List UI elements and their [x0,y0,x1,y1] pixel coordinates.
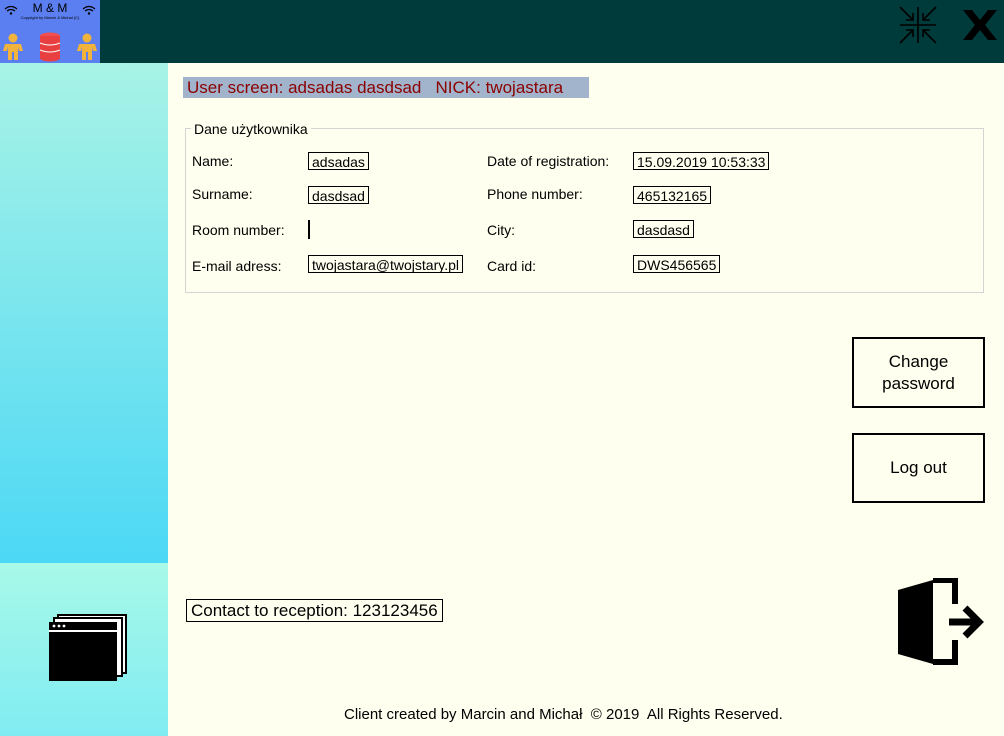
user-details-title: Dane użytkownika [191,121,311,137]
card-value: DWS456565 [633,255,721,273]
database-icon [39,32,61,62]
compress-icon[interactable] [898,5,938,45]
person-icon-left [3,33,23,60]
footer-copyright: Client created by Marcin and Michał © 20… [344,706,783,723]
email-value: twojastara@twojstary.pl [308,255,463,273]
surname-label: Surname: [192,186,253,202]
logo-copyright: Copyright by Marcin & Michał (C) [20,15,80,20]
user-screen-header: User screen: adsadas dasdsad NICK: twoja… [183,77,589,98]
room-number-field[interactable] [308,220,310,239]
wifi-icon-right [82,5,96,15]
close-x-icon[interactable] [961,8,999,42]
room-label: Room number: [192,222,285,238]
phone-value: 465132165 [633,186,712,204]
name-label: Name: [192,153,234,169]
sidebar-panel [0,63,168,563]
title-bar [0,0,1004,63]
card-label: Card id: [487,258,537,274]
person-icon-right [77,33,97,60]
city-label: City: [487,222,515,238]
city-value: dasdasd [633,220,694,238]
windows-stack-icon[interactable] [48,614,128,682]
name-value: adsadas [308,152,369,170]
email-label: E-mail adress: [192,258,282,274]
surname-value: dasdsad [308,186,369,204]
log-out-label: Log out [890,458,947,477]
log-out-button[interactable]: Log out [852,433,985,503]
change-password-label-line1: Change [888,351,949,371]
registration-label: Date of registration: [487,153,610,169]
exit-door-icon[interactable] [895,578,985,666]
registration-value: 15.09.2019 10:53:33 [633,152,770,170]
phone-label: Phone number: [487,186,583,202]
app-logo: M & M Copyright by Marcin & Michał (C) [0,0,100,63]
change-password-label-line2: password [882,373,955,393]
contact-reception: Contact to reception: 123123456 [186,599,443,622]
change-password-button[interactable]: Change password [852,337,985,408]
